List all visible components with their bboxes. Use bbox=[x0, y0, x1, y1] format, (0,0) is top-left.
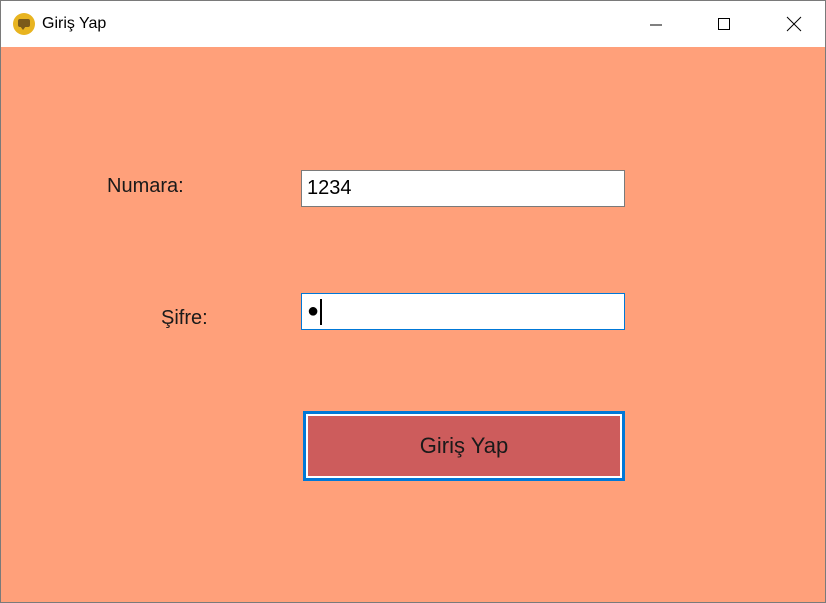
maximize-button[interactable] bbox=[701, 1, 747, 47]
sifre-input[interactable]: ● bbox=[301, 293, 625, 330]
minimize-icon bbox=[650, 24, 662, 26]
login-window: Giriş Yap Numara: Şifre: ● Giriş Yap bbox=[0, 0, 826, 603]
close-button[interactable] bbox=[771, 1, 817, 47]
numara-label: Numara: bbox=[107, 175, 184, 197]
maximize-icon bbox=[718, 18, 730, 30]
numara-input[interactable] bbox=[301, 170, 625, 207]
form-area: Numara: Şifre: ● Giriş Yap bbox=[1, 47, 825, 602]
window-title: Giriş Yap bbox=[42, 15, 107, 32]
chat-bubble-icon bbox=[13, 13, 35, 35]
sifre-label: Şifre: bbox=[161, 307, 208, 329]
login-button[interactable]: Giriş Yap bbox=[303, 411, 625, 481]
title-bar[interactable]: Giriş Yap bbox=[1, 1, 825, 47]
text-caret bbox=[320, 298, 323, 325]
password-mask: ● bbox=[307, 300, 320, 322]
minimize-button[interactable] bbox=[633, 1, 679, 47]
close-icon bbox=[786, 16, 802, 32]
login-button-label: Giriş Yap bbox=[308, 416, 620, 476]
